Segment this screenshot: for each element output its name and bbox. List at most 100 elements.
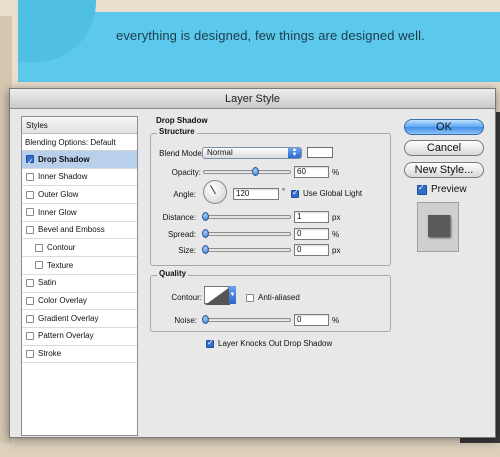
opacity-label: Opacity:	[171, 168, 201, 177]
background-bottom-strip	[0, 443, 500, 457]
noise-unit: %	[332, 316, 340, 325]
style-item-texture[interactable]: Texture	[22, 257, 137, 275]
style-item-checkbox[interactable]	[26, 279, 34, 288]
style-item-pattern-overlay[interactable]: Pattern Overlay	[22, 328, 137, 346]
style-item-label: Inner Shadow	[38, 172, 88, 182]
contour-curve-icon	[205, 287, 230, 305]
style-item-label: Texture	[47, 260, 74, 270]
style-item-checkbox[interactable]	[26, 190, 34, 199]
distance-slider-thumb[interactable]	[202, 212, 209, 221]
distance-unit: px	[332, 213, 341, 222]
style-item-label: Contour	[47, 242, 76, 252]
cancel-button[interactable]: Cancel	[404, 140, 484, 156]
style-item-checkbox[interactable]	[35, 243, 43, 252]
shadow-color-swatch[interactable]	[307, 147, 333, 158]
style-item-checkbox[interactable]	[26, 153, 34, 171]
anti-aliased-option[interactable]: Anti-aliased	[246, 293, 300, 302]
styles-list: Styles Blending Options: Default Drop Sh…	[21, 116, 138, 436]
style-item-checkbox[interactable]	[26, 314, 34, 323]
spread-slider[interactable]	[202, 229, 291, 238]
size-unit: px	[332, 246, 341, 255]
contour-dropdown-arrow-icon[interactable]: ▼	[229, 286, 236, 304]
style-item-contour[interactable]: Contour	[22, 239, 137, 258]
spread-field[interactable]: 0	[294, 228, 329, 240]
select-arrows-icon: ▲ ▼	[288, 147, 301, 158]
layer-knocks-out-option[interactable]: Layer Knocks Out Drop Shadow	[206, 338, 333, 348]
angle-dial[interactable]	[203, 180, 227, 204]
style-item-label: Outer Glow	[38, 189, 79, 199]
angle-field[interactable]: 120	[233, 188, 279, 200]
style-item-checkbox[interactable]	[26, 332, 34, 341]
style-item-label: Pattern Overlay	[38, 331, 94, 341]
style-item-label: Bevel and Emboss	[38, 225, 105, 235]
layer-knocks-out-label: Layer Knocks Out Drop Shadow	[218, 339, 333, 348]
style-item-checkbox[interactable]	[26, 173, 34, 182]
section-title: Drop Shadow	[156, 116, 208, 125]
size-label: Size:	[178, 246, 196, 255]
distance-slider[interactable]	[202, 212, 291, 221]
spread-unit: %	[332, 230, 340, 239]
angle-unit: °	[282, 187, 286, 196]
anti-aliased-checkbox[interactable]	[246, 293, 254, 302]
structure-title: Structure	[157, 127, 197, 136]
blending-options-item[interactable]: Blending Options: Default	[22, 134, 137, 151]
preview-label: Preview	[431, 184, 467, 195]
style-item-gradient-overlay[interactable]: Gradient Overlay	[22, 310, 137, 328]
styles-header[interactable]: Styles	[22, 117, 137, 134]
use-global-light-option[interactable]: Use Global Light	[291, 188, 363, 198]
preview-square	[428, 215, 450, 237]
opacity-slider-thumb[interactable]	[251, 167, 259, 176]
style-item-label: Gradient Overlay	[38, 313, 99, 323]
style-item-checkbox[interactable]	[26, 296, 34, 305]
contour-picker[interactable]	[204, 286, 230, 305]
noise-field[interactable]: 0	[294, 314, 329, 326]
size-field[interactable]: 0	[294, 244, 329, 256]
opacity-field[interactable]: 60	[294, 166, 329, 178]
style-item-checkbox[interactable]	[26, 349, 34, 358]
contour-label: Contour:	[171, 293, 202, 302]
style-item-label: Inner Glow	[38, 207, 77, 217]
ok-button[interactable]: OK	[404, 119, 484, 135]
noise-slider-thumb[interactable]	[202, 315, 209, 324]
background-tagline: everything is designed, few things are d…	[116, 28, 425, 43]
size-slider-thumb[interactable]	[202, 245, 209, 254]
angle-label: Angle:	[173, 190, 196, 199]
use-global-light-label: Use Global Light	[303, 189, 363, 198]
style-item-satin[interactable]: Satin	[22, 275, 137, 293]
style-item-checkbox[interactable]	[26, 208, 34, 217]
spread-label: Spread:	[167, 230, 196, 239]
use-global-light-checkbox[interactable]	[291, 188, 299, 198]
size-slider[interactable]	[202, 245, 291, 254]
preview-checkbox[interactable]	[417, 183, 427, 195]
style-item-label: Color Overlay	[38, 296, 87, 305]
opacity-unit: %	[332, 168, 340, 177]
spread-slider-thumb[interactable]	[202, 229, 209, 238]
style-item-color-overlay[interactable]: Color Overlay	[22, 293, 137, 311]
style-item-label: Drop Shadow	[38, 154, 90, 164]
preview-option[interactable]: Preview	[417, 183, 467, 195]
dialog-title: Layer Style	[10, 89, 495, 109]
layer-knocks-out-checkbox[interactable]	[206, 338, 214, 348]
style-item-bevel-and-emboss[interactable]: Bevel and Emboss	[22, 222, 137, 240]
style-item-checkbox[interactable]	[26, 226, 34, 235]
style-item-checkbox[interactable]	[35, 261, 43, 270]
blend-mode-label: Blend Mode:	[159, 149, 204, 158]
layer-style-dialog: Layer Style Styles Blending Options: Def…	[9, 88, 496, 438]
new-style-button[interactable]: New Style...	[404, 162, 484, 178]
style-item-outer-glow[interactable]: Outer Glow	[22, 186, 137, 205]
blend-mode-select[interactable]: Normal ▲ ▼	[202, 147, 302, 159]
style-item-drop-shadow[interactable]: Drop Shadow	[22, 151, 137, 171]
angle-dial-hand	[210, 185, 216, 195]
quality-title: Quality	[157, 269, 189, 278]
style-item-inner-shadow[interactable]: Inner Shadow	[22, 169, 137, 187]
distance-field[interactable]: 1	[294, 211, 329, 223]
opacity-slider[interactable]	[203, 167, 291, 176]
style-item-label: Satin	[38, 278, 57, 288]
anti-aliased-label: Anti-aliased	[258, 293, 300, 302]
noise-slider[interactable]	[202, 315, 291, 324]
noise-label: Noise:	[174, 316, 197, 325]
distance-label: Distance:	[162, 213, 196, 222]
style-item-stroke[interactable]: Stroke	[22, 346, 137, 364]
style-preview-thumbnail	[417, 202, 459, 252]
style-item-inner-glow[interactable]: Inner Glow	[22, 204, 137, 222]
